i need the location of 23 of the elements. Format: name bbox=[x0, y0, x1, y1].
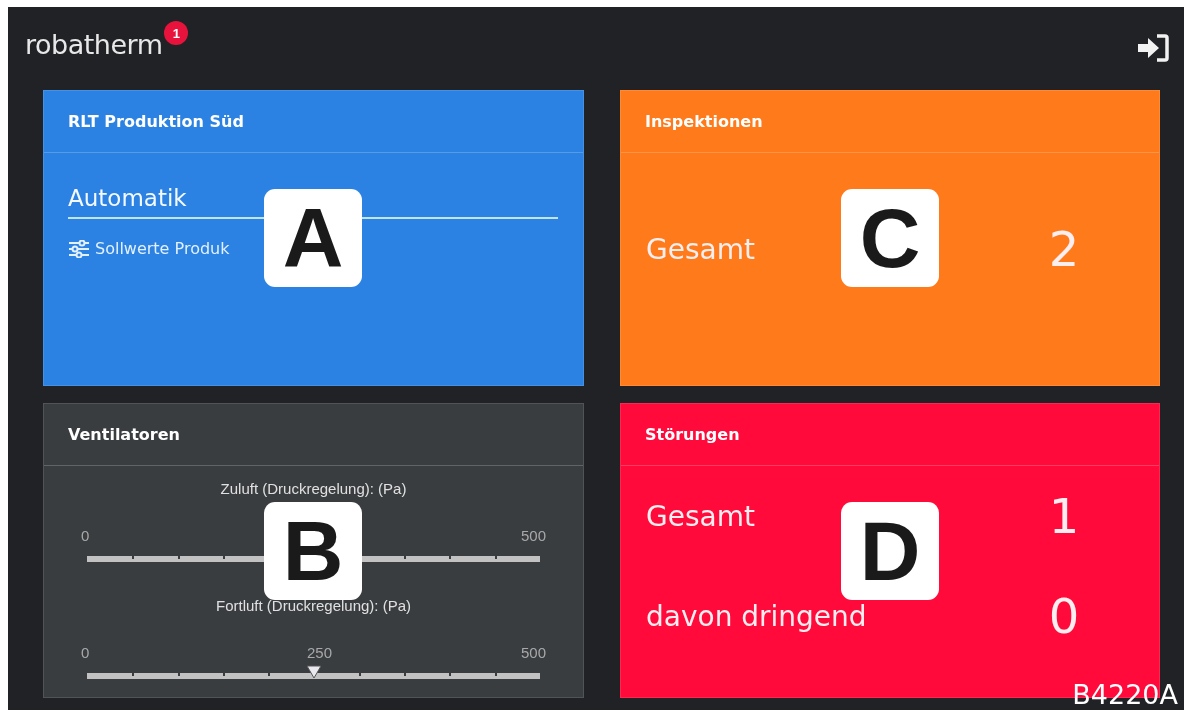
scale-min: 0 bbox=[81, 527, 90, 544]
count-value: 0 bbox=[1047, 588, 1081, 644]
callout-tooltip: C bbox=[841, 189, 939, 287]
notification-badge: 1 bbox=[164, 21, 189, 45]
callout-tooltip: B bbox=[264, 502, 362, 600]
scale-max: 500 bbox=[520, 644, 546, 661]
slider-label: Zuluft (Druckregelung): (Pa) bbox=[220, 480, 407, 497]
scale-min: 0 bbox=[81, 644, 90, 661]
card-title: Störungen bbox=[645, 425, 740, 444]
brand-title: robatherm bbox=[25, 29, 163, 60]
slider-label: Fortluft (Druckregelung): (Pa) bbox=[215, 597, 412, 614]
card-title: Inspektionen bbox=[645, 112, 763, 131]
callout-tooltip: D bbox=[841, 502, 939, 600]
slider-value: 250 bbox=[307, 644, 332, 661]
card-title: Ventilatoren bbox=[68, 425, 180, 444]
count-label: Gesamt bbox=[646, 232, 755, 266]
count-label: davon dringend bbox=[646, 599, 867, 633]
count-label: Gesamt bbox=[646, 499, 755, 533]
callout-tooltip: A bbox=[264, 189, 362, 287]
count-value: 1 bbox=[1047, 488, 1081, 544]
card-title: RLT Produktion Süd bbox=[68, 112, 244, 131]
count-value: 2 bbox=[1047, 221, 1081, 277]
scale-max: 500 bbox=[520, 527, 546, 544]
